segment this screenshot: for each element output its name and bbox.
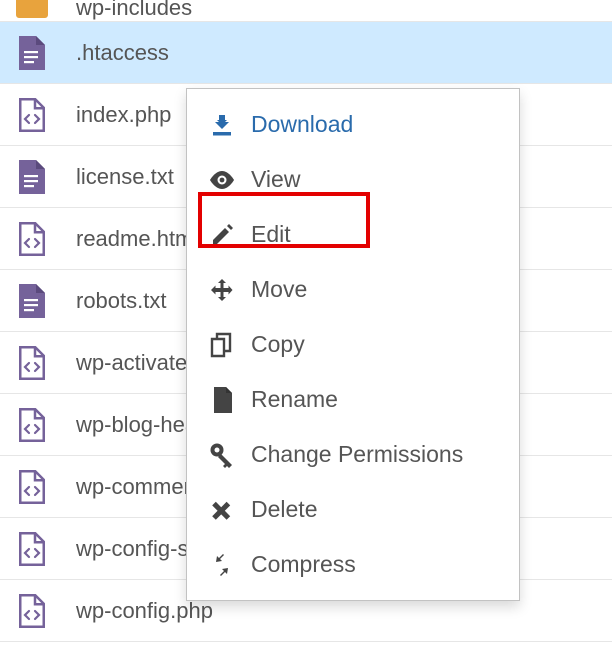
menu-change-permissions[interactable]: Change Permissions xyxy=(187,427,519,482)
compress-icon xyxy=(207,550,237,580)
menu-rename[interactable]: Rename xyxy=(187,372,519,427)
menu-label: Copy xyxy=(251,331,305,358)
menu-label: Rename xyxy=(251,386,338,413)
file-name: .htaccess xyxy=(76,40,169,66)
code-file-icon xyxy=(16,595,48,627)
file-name: wp-includes xyxy=(76,0,192,21)
code-file-icon xyxy=(16,223,48,255)
file-row[interactable]: wp-includes xyxy=(0,0,612,22)
code-file-icon xyxy=(16,99,48,131)
menu-edit[interactable]: Edit xyxy=(187,207,519,262)
context-menu: Download View Edit Move Copy Rename Ch xyxy=(186,88,520,601)
menu-view[interactable]: View xyxy=(187,152,519,207)
menu-label: Delete xyxy=(251,496,317,523)
menu-label: Edit xyxy=(251,221,291,248)
download-icon xyxy=(207,110,237,140)
menu-label: Compress xyxy=(251,551,356,578)
text-file-icon xyxy=(16,37,48,69)
code-file-icon xyxy=(16,471,48,503)
text-file-icon xyxy=(16,161,48,193)
move-icon xyxy=(207,275,237,305)
menu-move[interactable]: Move xyxy=(187,262,519,317)
text-file-icon xyxy=(16,285,48,317)
file-name: readme.html xyxy=(76,226,198,252)
code-file-icon xyxy=(16,409,48,441)
menu-label: Change Permissions xyxy=(251,441,463,468)
menu-label: View xyxy=(251,166,300,193)
file-row[interactable]: .htaccess xyxy=(0,22,612,84)
menu-compress[interactable]: Compress xyxy=(187,537,519,592)
menu-copy[interactable]: Copy xyxy=(187,317,519,372)
menu-delete[interactable]: Delete xyxy=(187,482,519,537)
pencil-icon xyxy=(207,220,237,250)
code-file-icon xyxy=(16,347,48,379)
menu-label: Move xyxy=(251,276,307,303)
menu-label: Download xyxy=(251,111,353,138)
rename-icon xyxy=(207,385,237,415)
eye-icon xyxy=(207,165,237,195)
folder-icon xyxy=(16,0,48,21)
file-name: index.php xyxy=(76,102,171,128)
key-icon xyxy=(207,440,237,470)
delete-icon xyxy=(207,495,237,525)
menu-download[interactable]: Download xyxy=(187,97,519,152)
code-file-icon xyxy=(16,533,48,565)
copy-icon xyxy=(207,330,237,360)
file-name: wp-config.php xyxy=(76,598,213,624)
file-name: license.txt xyxy=(76,164,174,190)
file-name: robots.txt xyxy=(76,288,166,314)
